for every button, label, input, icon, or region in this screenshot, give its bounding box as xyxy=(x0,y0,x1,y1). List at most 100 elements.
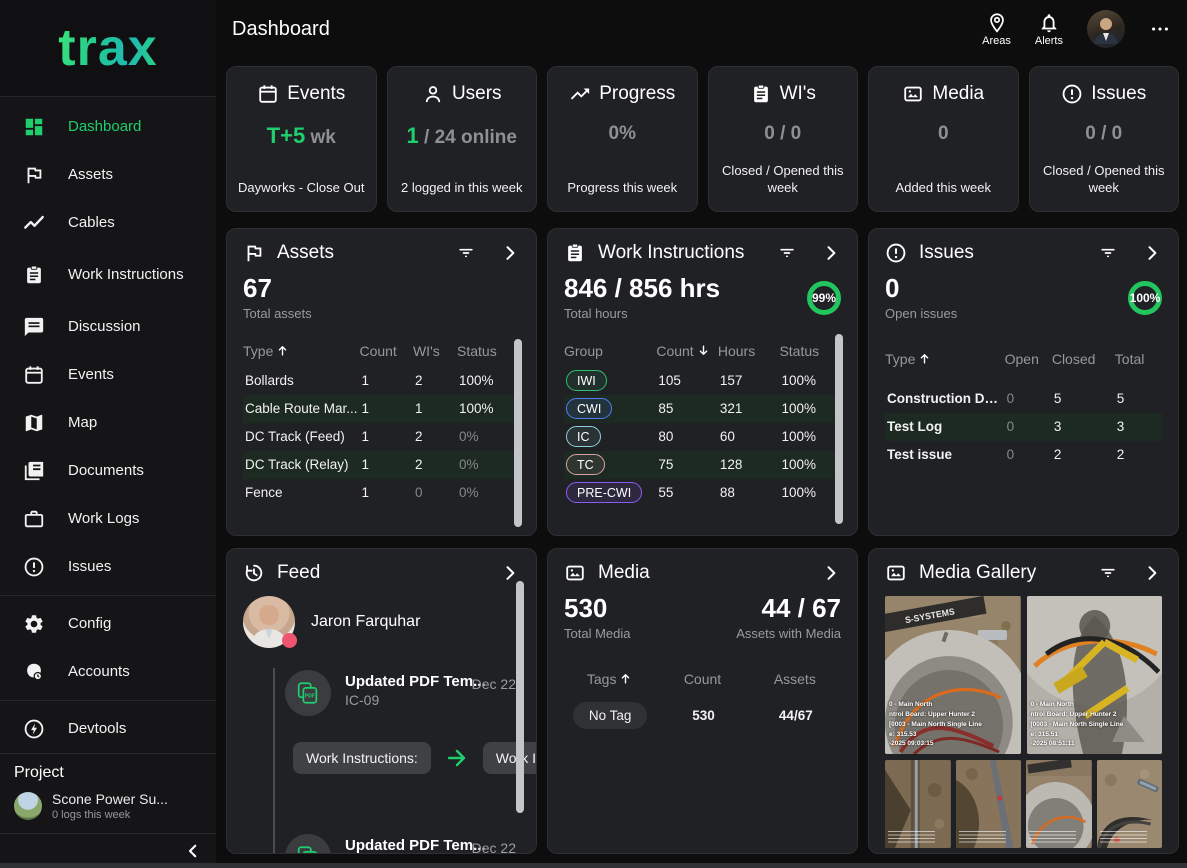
column-header-status[interactable]: Status xyxy=(779,343,841,359)
issues-card: Issues 0 Open issues 100% Type Open C xyxy=(868,228,1179,536)
stat-subtitle: 2 logged in this week xyxy=(399,180,524,197)
gallery-photo[interactable] xyxy=(1026,760,1092,848)
table-row[interactable]: PRE-CWI5588100% xyxy=(564,479,841,507)
sidebar-item-label: Work Instructions xyxy=(68,266,184,285)
sidebar-item-cables[interactable]: Cables xyxy=(0,199,216,247)
vertical-scrollbar[interactable] xyxy=(835,334,843,524)
gallery-photo[interactable] xyxy=(956,760,1022,848)
feed-item-title: Updated PDF Tem... xyxy=(345,837,458,854)
column-header-wis[interactable]: WI's xyxy=(413,343,457,359)
sidebar-item-dashboard[interactable]: Dashboard xyxy=(0,103,216,151)
table-row[interactable]: Test issue022 xyxy=(885,441,1162,469)
feed-change-row: Work Instructions: Work In xyxy=(293,742,537,774)
group-tag: IC xyxy=(566,426,601,447)
table-row[interactable]: Bollards12100% xyxy=(243,367,520,395)
sidebar-item-work-logs[interactable]: Work Logs xyxy=(0,495,216,543)
stat-title: Users xyxy=(452,83,502,105)
chat-icon xyxy=(23,316,45,338)
chevron-right-icon[interactable] xyxy=(500,563,520,583)
gallery-photo[interactable] xyxy=(885,760,951,848)
sidebar: trax Dashboard Assets Cables Work Instru… xyxy=(0,0,216,868)
column-header-total[interactable]: Total xyxy=(1115,351,1162,367)
chevron-right-icon[interactable] xyxy=(821,243,841,263)
table-row[interactable]: TC75128100% xyxy=(564,451,841,479)
column-header-group[interactable]: Group xyxy=(564,343,656,359)
column-header-hours[interactable]: Hours xyxy=(718,343,780,359)
column-header-open[interactable]: Open xyxy=(1005,351,1052,367)
group-tag: PRE-CWI xyxy=(566,482,642,503)
column-header-count[interactable]: Count xyxy=(656,343,718,359)
chevron-right-icon[interactable] xyxy=(500,243,520,263)
sidebar-item-events[interactable]: Events xyxy=(0,351,216,399)
feed-timeline xyxy=(273,668,275,854)
column-header-assets[interactable]: Assets xyxy=(774,671,816,687)
sidebar-item-work-instructions[interactable]: Work Instructions xyxy=(0,247,216,303)
stat-card-events: Events T+5 wk Dayworks - Close Out xyxy=(226,66,377,212)
table-row[interactable]: IWI105157100% xyxy=(564,367,841,395)
stat-value: 0 / 0 xyxy=(764,123,801,144)
table-row[interactable]: Construction Defect055 xyxy=(885,385,1162,413)
filter-icon[interactable] xyxy=(1098,563,1118,583)
column-header-tags[interactable]: Tags xyxy=(587,671,634,687)
table-row[interactable]: CWI85321100% xyxy=(564,395,841,423)
table-row[interactable]: Test Log033 xyxy=(885,413,1162,441)
feed-item[interactable]: PDF Updated PDF Tem... IC-09 Dec 22 xyxy=(285,670,520,716)
horizontal-scrollbar[interactable] xyxy=(0,863,1187,868)
areas-button[interactable]: Areas xyxy=(982,12,1011,47)
cards-row-3: Feed Jaron Farquhar xyxy=(226,548,1179,854)
devtools-icon xyxy=(23,718,45,740)
chevron-right-icon[interactable] xyxy=(1142,243,1162,263)
table-row[interactable]: DC Track (Feed)120% xyxy=(243,423,520,451)
sidebar-item-label: Events xyxy=(68,366,114,385)
sidebar-item-devtools[interactable]: Devtools xyxy=(0,705,216,753)
sidebar-item-config[interactable]: Config xyxy=(0,600,216,648)
sidebar-item-label: Dashboard xyxy=(68,118,141,137)
chevron-right-icon[interactable] xyxy=(821,563,841,583)
sidebar-item-documents[interactable]: Documents xyxy=(0,447,216,495)
table-row[interactable]: IC8060100% xyxy=(564,423,841,451)
project-subtitle: 0 logs this week xyxy=(52,809,168,821)
user-avatar[interactable] xyxy=(1087,10,1125,48)
sidebar-item-label: Map xyxy=(68,414,97,433)
sidebar-item-discussion[interactable]: Discussion xyxy=(0,303,216,351)
column-header-count[interactable]: Count xyxy=(684,671,721,687)
project-selector[interactable]: Scone Power Su... 0 logs this week xyxy=(14,791,202,821)
wi-table: Group Count Hours Status IWI105157100% C… xyxy=(564,335,841,507)
column-header-count[interactable]: Count xyxy=(359,343,413,359)
stat-title: Issues xyxy=(1091,83,1146,105)
stat-subtitle: Added this week xyxy=(894,180,993,197)
alert-circle-icon xyxy=(23,556,45,578)
column-header-type[interactable]: Type xyxy=(243,343,359,359)
table-row[interactable]: Fence100% xyxy=(243,479,520,507)
column-header-status[interactable]: Status xyxy=(457,343,520,359)
sidebar-item-accounts[interactable]: Accounts xyxy=(0,648,216,696)
presence-dot xyxy=(282,633,297,648)
gallery-photo[interactable]: S-SYSTEMS 0 - M xyxy=(885,596,1021,754)
chevron-right-icon[interactable] xyxy=(1142,563,1162,583)
alerts-button[interactable]: Alerts xyxy=(1035,12,1063,47)
table-row[interactable]: No Tag 530 44/67 xyxy=(564,697,841,735)
table-row[interactable]: Cable Route Mar...11100% xyxy=(243,395,520,423)
sidebar-item-assets[interactable]: Assets xyxy=(0,151,216,199)
vertical-scrollbar[interactable] xyxy=(514,339,522,527)
avatar-photo xyxy=(1087,10,1125,48)
sidebar-item-label: Cables xyxy=(68,214,115,233)
chevron-left-icon[interactable] xyxy=(184,842,202,860)
column-header-closed[interactable]: Closed xyxy=(1052,351,1115,367)
filter-icon[interactable] xyxy=(456,243,476,263)
gallery-photo[interactable] xyxy=(1097,760,1163,848)
vertical-scrollbar[interactable] xyxy=(516,581,524,813)
wi-progress-ring: 99% xyxy=(807,281,841,315)
sidebar-item-map[interactable]: Map xyxy=(0,399,216,447)
sidebar-item-issues[interactable]: Issues xyxy=(0,543,216,591)
sidebar-item-label: Config xyxy=(68,615,111,634)
column-header-type[interactable]: Type xyxy=(885,351,1005,367)
table-row[interactable]: DC Track (Relay)120% xyxy=(243,451,520,479)
gallery-photo[interactable]: 0 - Main North ntrol Board: Upper Hunter… xyxy=(1027,596,1163,754)
sidebar-item-label: Assets xyxy=(68,166,113,185)
filter-icon[interactable] xyxy=(1098,243,1118,263)
feed-item[interactable]: PDF Updated PDF Tem... IC-07 Dec 22 xyxy=(285,834,520,854)
more-options-icon[interactable] xyxy=(1149,18,1171,40)
stat-value-suffix: wk xyxy=(310,127,335,148)
filter-icon[interactable] xyxy=(777,243,797,263)
